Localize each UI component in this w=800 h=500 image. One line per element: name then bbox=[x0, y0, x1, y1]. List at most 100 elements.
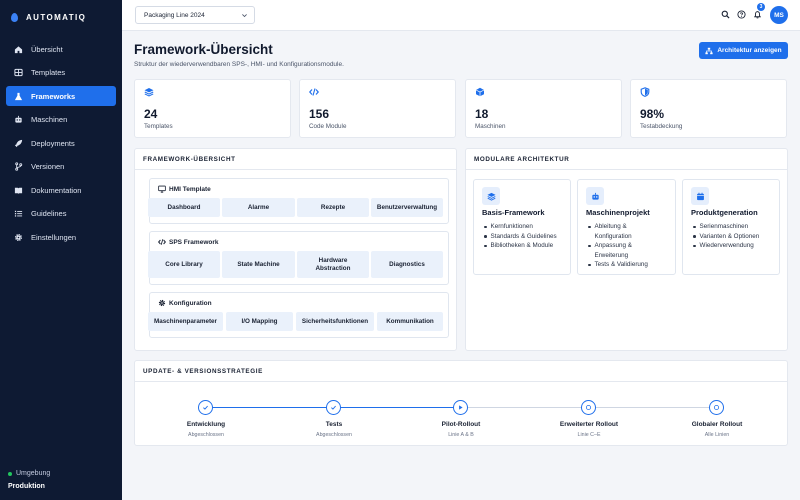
module-chip-core-library[interactable]: Core Library bbox=[148, 251, 220, 278]
step-status: Alle Linien bbox=[704, 432, 730, 438]
list-item: Wiederverwendung bbox=[693, 241, 777, 251]
module-card-produktgeneration[interactable]: Produktgeneration Serienmaschinen Varian… bbox=[682, 179, 780, 275]
module-chip-kommunikation[interactable]: Kommunikation bbox=[377, 312, 443, 331]
sidebar-item-dokumentation[interactable]: Dokumentation bbox=[6, 180, 116, 200]
module-chip-alarme[interactable]: Alarme bbox=[222, 198, 295, 217]
page-title: Framework-Übersicht bbox=[134, 42, 273, 57]
branch-icon bbox=[14, 162, 23, 171]
panel-title: MODULARE ARCHITEKTUR bbox=[466, 149, 787, 170]
stat-value: 24 bbox=[144, 107, 158, 121]
calendar-icon bbox=[696, 192, 704, 200]
layers-icon bbox=[486, 192, 496, 201]
step-circle-erweiterter-rollout[interactable] bbox=[581, 400, 596, 415]
sidebar-item-label: Dokumentation bbox=[31, 185, 82, 195]
list-item: Anpassung & Erweiterung bbox=[588, 241, 650, 260]
module-card-basis-framework[interactable]: Basis-Framework Kernfunktionen Standards… bbox=[473, 179, 571, 275]
module-feature-list: Ableitung & Konfiguration Anpassung & Er… bbox=[588, 222, 650, 270]
list-item: Varianten & Optionen bbox=[693, 232, 777, 242]
module-chip-rezepte[interactable]: Rezepte bbox=[297, 198, 369, 217]
sidebar-item-frameworks[interactable]: Frameworks bbox=[6, 86, 116, 106]
module-chip-maschinenparameter[interactable]: Maschinenparameter bbox=[148, 312, 223, 331]
list-item: Kernfunktionen bbox=[484, 222, 568, 232]
module-title: Produktgeneration bbox=[691, 208, 758, 217]
sidebar-item-templates[interactable]: Templates bbox=[6, 63, 116, 83]
module-chip-hardware-abstraction[interactable]: Hardware Abstraction bbox=[297, 251, 369, 278]
module-card-maschinenprojekt[interactable]: Maschinenprojekt Ableitung & Konfigurati… bbox=[577, 179, 676, 275]
home-icon bbox=[14, 45, 23, 54]
sidebar-item-label: Deployments bbox=[31, 138, 75, 148]
help-icon[interactable] bbox=[737, 10, 746, 19]
sidebar: AUTOMATIQ Übersicht Templates Frameworks… bbox=[0, 0, 122, 500]
sidebar-item-label: Versionen bbox=[31, 162, 65, 171]
sidebar-item-label: Guidelines bbox=[31, 209, 67, 218]
module-chip-io-mapping[interactable]: I/O Mapping bbox=[226, 312, 293, 331]
stat-card-templates: 24 Templates bbox=[134, 79, 291, 138]
list-item: Ableitung & Konfiguration bbox=[588, 222, 650, 241]
step-circle-globaler-rollout[interactable] bbox=[709, 400, 724, 415]
sidebar-item-versionen[interactable]: Versionen bbox=[6, 157, 116, 177]
circle-icon bbox=[714, 405, 719, 410]
robot-icon bbox=[14, 115, 23, 124]
panel-title: FRAMEWORK-ÜBERSICHT bbox=[135, 149, 456, 170]
module-title: Maschinenprojekt bbox=[586, 208, 650, 217]
module-chip-sicherheitsfunktionen[interactable]: Sicherheitsfunktionen bbox=[296, 312, 374, 331]
module-feature-list: Serienmaschinen Varianten & Optionen Wie… bbox=[693, 222, 777, 251]
rocket-icon bbox=[14, 139, 23, 148]
module-chip-benutzerverwaltung[interactable]: Benutzerverwaltung bbox=[371, 198, 443, 217]
chevron-down-icon bbox=[242, 14, 247, 18]
sidebar-nav: Übersicht Templates Frameworks Maschinen… bbox=[0, 39, 122, 247]
step-status: Linie C–E bbox=[577, 432, 601, 438]
step-label: Globaler Rollout bbox=[691, 421, 743, 428]
step-status: Linie A & B bbox=[448, 432, 474, 438]
sidebar-item-label: Templates bbox=[31, 68, 66, 77]
check-icon bbox=[203, 405, 208, 410]
group-title: HMI Template bbox=[169, 185, 211, 193]
circle-icon bbox=[586, 405, 591, 410]
book-icon bbox=[14, 186, 23, 195]
group-title: Konfiguration bbox=[169, 299, 212, 307]
environment-label: Umgebung bbox=[16, 470, 51, 477]
stat-value: 156 bbox=[309, 107, 330, 121]
sidebar-item-guidelines[interactable]: Guidelines bbox=[6, 204, 116, 224]
step-label: Tests bbox=[325, 421, 343, 428]
code-icon bbox=[158, 239, 166, 245]
sidebar-item-einstellungen[interactable]: Einstellungen bbox=[6, 227, 116, 247]
project-select[interactable]: Packaging Line 2024 bbox=[135, 6, 255, 24]
stat-label: Maschinen bbox=[475, 123, 506, 130]
play-icon bbox=[459, 405, 463, 410]
environment-info: Umgebung Produktion bbox=[8, 470, 50, 490]
stat-label: Templates bbox=[144, 123, 173, 130]
avatar[interactable]: MS bbox=[770, 6, 788, 24]
sidebar-item-uebersicht[interactable]: Übersicht bbox=[6, 39, 116, 59]
sidebar-item-label: Maschinen bbox=[31, 115, 68, 124]
list-item: Tests & Validierung bbox=[588, 260, 650, 270]
sidebar-item-maschinen[interactable]: Maschinen bbox=[6, 110, 116, 130]
module-chip-state-machine[interactable]: State Machine bbox=[222, 251, 295, 278]
stat-value: 98% bbox=[640, 107, 665, 121]
step-circle-pilot-rollout[interactable] bbox=[453, 400, 468, 415]
app-name: AUTOMATIQ bbox=[26, 12, 87, 22]
project-select-value: Packaging Line 2024 bbox=[144, 11, 205, 19]
show-architecture-button[interactable]: Architektur anzeigen bbox=[699, 42, 788, 59]
flask-icon bbox=[14, 92, 23, 101]
step-circle-entwicklung[interactable] bbox=[198, 400, 213, 415]
list-item: Bibliotheken & Module bbox=[484, 241, 568, 251]
search-icon[interactable] bbox=[721, 10, 730, 19]
logo[interactable]: AUTOMATIQ bbox=[0, 0, 122, 34]
notification-badge: 3 bbox=[757, 3, 765, 11]
sidebar-item-label: Übersicht bbox=[31, 44, 63, 54]
stat-card-machines: 18 Maschinen bbox=[465, 79, 622, 138]
step-circle-tests[interactable] bbox=[326, 400, 341, 415]
page-subtitle: Struktur der wiederverwendbaren SPS-, HM… bbox=[134, 61, 344, 68]
environment-value: Produktion bbox=[8, 483, 45, 490]
gear-icon bbox=[14, 233, 23, 242]
environment-status-dot bbox=[8, 471, 12, 476]
cube-icon bbox=[475, 87, 485, 97]
bell-icon[interactable] bbox=[753, 10, 762, 19]
topbar: Packaging Line 2024 3 MS bbox=[122, 0, 800, 31]
shield-icon bbox=[640, 87, 650, 97]
module-title: Basis-Framework bbox=[482, 208, 545, 217]
sidebar-item-deployments[interactable]: Deployments bbox=[6, 133, 116, 153]
module-chip-diagnostics[interactable]: Diagnostics bbox=[371, 251, 443, 278]
module-chip-dashboard[interactable]: Dashboard bbox=[148, 198, 220, 217]
